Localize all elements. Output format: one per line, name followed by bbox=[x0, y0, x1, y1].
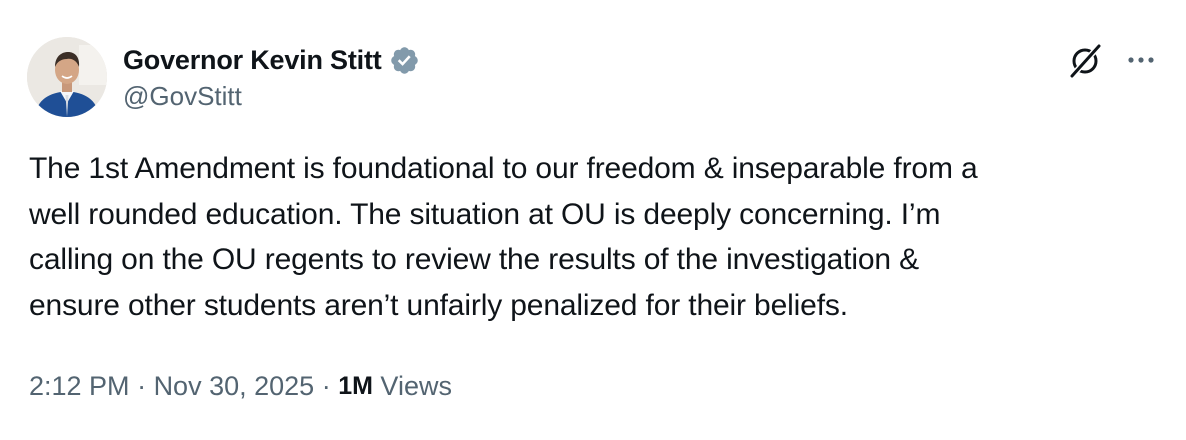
tweet-date[interactable]: Nov 30, 2025 bbox=[154, 371, 315, 402]
grok-icon[interactable] bbox=[1066, 42, 1104, 80]
tweet-card: Governor Kevin Stitt @GovStitt The 1st A… bbox=[0, 0, 1186, 440]
meta-separator: · bbox=[129, 371, 154, 401]
author-handle[interactable]: @GovStitt bbox=[123, 81, 242, 112]
meta-separator: · bbox=[314, 371, 339, 401]
tweet-time[interactable]: 2:12 PM bbox=[29, 371, 130, 402]
verified-badge-icon bbox=[389, 45, 420, 76]
author-display-name[interactable]: Governor Kevin Stitt bbox=[123, 45, 382, 76]
views-label: Views bbox=[372, 371, 452, 401]
avatar-image bbox=[27, 37, 107, 117]
tweet-metadata: 2:12 PM · Nov 30, 2025 · 1M Views bbox=[29, 371, 452, 402]
views-count[interactable]: 1M bbox=[338, 372, 373, 401]
tweet-text: The 1st Amendment is foundational to our… bbox=[29, 152, 978, 323]
more-options-icon[interactable] bbox=[1124, 46, 1158, 74]
author-name-row: Governor Kevin Stitt bbox=[123, 40, 420, 80]
avatar[interactable] bbox=[27, 37, 107, 117]
